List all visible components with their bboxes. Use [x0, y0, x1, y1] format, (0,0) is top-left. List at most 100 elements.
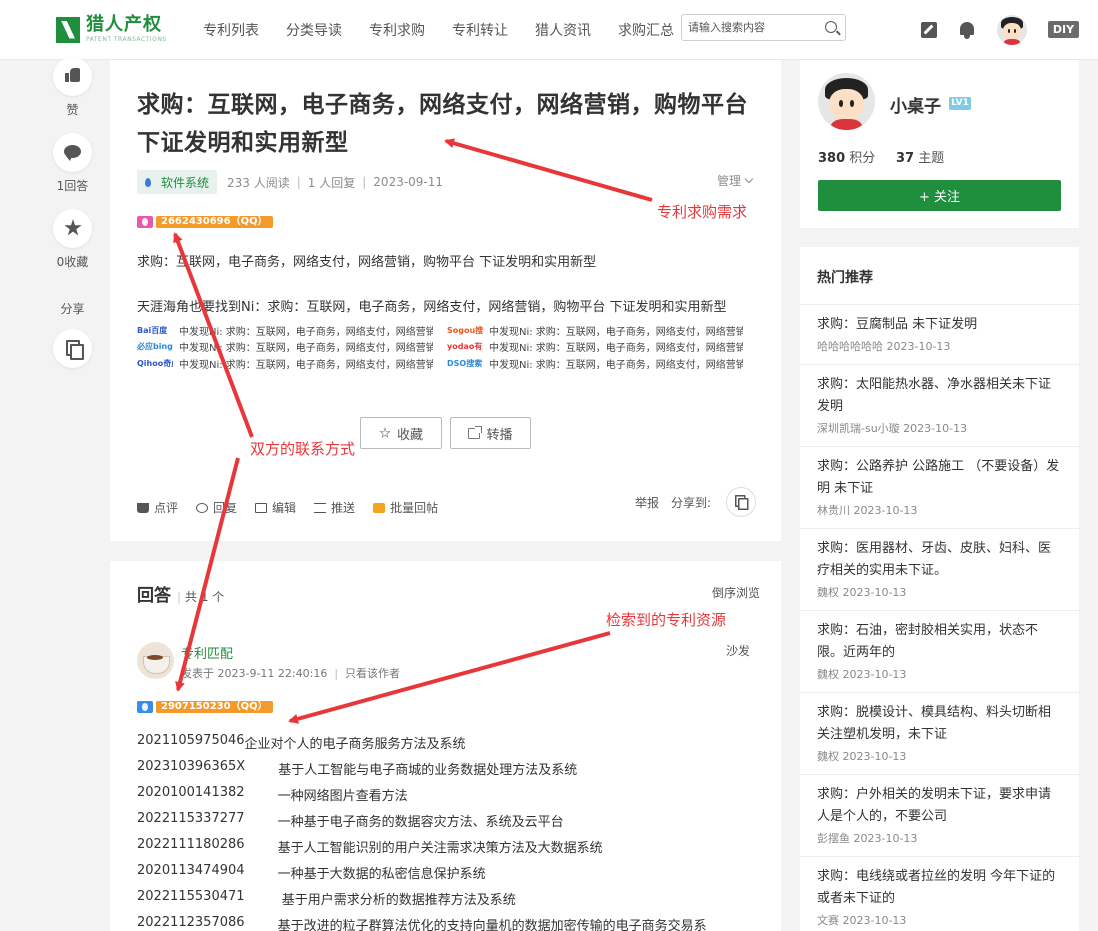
search-engine-row[interactable]: Bai百度中发现Ni: 求购：互联网，电子商务，网络支付，网络营销，购物平台: [137, 323, 433, 338]
top-header: 猎人产权 PATENT TRANSACTIONS 专利列表 分类导读 专利求购 …: [0, 0, 1098, 60]
author-name[interactable]: 小桌子: [890, 92, 941, 117]
share-icon: [468, 425, 483, 439]
list-item: 2022112357086 基于改进的粒子群算法优化的支持向量机的数据加密传输的…: [137, 915, 707, 931]
search-box: [681, 14, 846, 41]
search-icon[interactable]: [825, 21, 837, 33]
youdao-logo: yodao有道: [447, 341, 483, 351]
search-engine-row[interactable]: DSO搜索中发现Ni: 求购：互联网，电子商务，网络支付，网络营销，购物平台: [447, 356, 743, 371]
reverse-order-link[interactable]: 倒序浏览: [712, 584, 760, 601]
batch-reply-action[interactable]: 批量回帖: [373, 499, 438, 516]
list-item[interactable]: 求购：户外相关的发明未下证，要求申请人是个人的，不要公司 彭摆鱼 2023-10-…: [800, 775, 1079, 857]
category-tag-label: 软件系统: [161, 175, 210, 190]
list-item: 2022115530471 基于用户需求分析的数据推荐方法及系统: [137, 889, 516, 908]
list-item: 2020100141382 一种网络图片查看方法: [137, 785, 408, 804]
nav-patent-list[interactable]: 专利列表: [203, 20, 259, 40]
answer-button[interactable]: [53, 133, 92, 172]
poster-qq: 2662430696（QQ）: [137, 215, 273, 228]
annotation-demand: 专利求购需求: [657, 203, 748, 221]
female-icon: [137, 215, 153, 228]
favorites-label: 0收藏: [56, 255, 89, 269]
comment-action[interactable]: 点评: [137, 499, 178, 516]
search-engine-row[interactable]: Sogou搜狗中发现Ni: 求购：互联网，电子商务，网络支付，网络营销，购物平台: [447, 323, 743, 338]
manage-dropdown[interactable]: 管理: [717, 172, 752, 189]
comment-icon: [64, 145, 81, 161]
like-label: 赞: [66, 103, 79, 117]
list-item: 2022115337277 一种基于电子商务的数据容灾方法、系统及云平台: [137, 811, 564, 830]
list-item: 2020113474904 一种基于大数据的私密信息保护系统: [137, 863, 486, 882]
list-item[interactable]: 求购：脱模设计、模具结构、料头切断相关注塑机发明，未下证 魏权 2023-10-1…: [800, 693, 1079, 775]
sogou-logo: Sogou搜狗: [447, 325, 483, 335]
list-item[interactable]: 求购：医用器材、牙齿、皮肤、妇科、医疗相关的实用未下证。 魏权 2023-10-1…: [800, 529, 1079, 611]
male-icon: [137, 700, 153, 713]
hot-title: 热门推荐: [817, 270, 873, 286]
list-item[interactable]: 求购：豆腐制品 未下证发明 哈哈哈哈哈哈 2023-10-13: [800, 305, 1079, 365]
author-card: 小桌子 LV1 380 积分 37 主题 + 关注: [800, 60, 1079, 228]
share-copy-button[interactable]: [726, 487, 756, 517]
search-engine-row[interactable]: 必应bing中发现Ni: 求购：互联网，电子商务，网络支付，网络营销，购物平台: [137, 339, 433, 354]
nav-category[interactable]: 分类导读: [286, 20, 342, 40]
dso-logo: DSO搜索: [447, 358, 483, 368]
answers-header: 回答 共 1 个: [137, 581, 224, 606]
answer-username[interactable]: 专利匹配: [181, 643, 233, 662]
search-input[interactable]: [682, 15, 814, 40]
follow-button[interactable]: + 关注: [818, 180, 1061, 211]
site-logo[interactable]: 猎人产权 PATENT TRANSACTIONS: [56, 16, 167, 43]
answers-label: 1回答: [56, 179, 89, 193]
share-label: 分享: [60, 302, 85, 316]
answers-title: 回答: [137, 586, 171, 606]
post-date: 2023-09-11: [373, 175, 444, 189]
reply-action[interactable]: 回复: [196, 499, 237, 516]
logo-subtext: PATENT TRANSACTIONS: [86, 36, 167, 43]
post-title: 求购：互联网，电子商务，网络支付，网络营销，购物平台 下证发明和实用新型: [137, 92, 748, 156]
floor-label[interactable]: 沙发: [726, 642, 750, 659]
search-engine-row[interactable]: yodao有道中发现Ni: 求购：互联网，电子商务，网络支付，网络营销，购物平台: [447, 339, 743, 354]
main-nav: 专利列表 分类导读 专利求购 专利转让 猎人资讯 求购汇总: [203, 20, 701, 40]
author-stats: 380 积分 37 主题: [818, 151, 945, 166]
list-item[interactable]: 求购：电线绕或者拉丝的发明 今年下证的或者未下证的 文赛 2023-10-13: [800, 857, 1079, 931]
user-avatar[interactable]: [997, 15, 1027, 45]
copy-link-button[interactable]: [53, 329, 92, 368]
edit-icon[interactable]: [921, 22, 937, 38]
copy-icon: [735, 495, 749, 510]
report-link[interactable]: 举报: [635, 494, 659, 511]
star-outline-icon: [379, 427, 391, 439]
list-item[interactable]: 求购：太阳能热水器、净水器相关未下证发明 深圳凯瑞-su小璇 2023-10-13: [800, 365, 1079, 447]
edit-action[interactable]: 编辑: [255, 499, 296, 516]
list-item: 2021105975046 企业对个人的电子商务服务方法及系统: [137, 733, 466, 752]
post-body: 求购：互联网，电子商务，网络支付，网络营销，购物平台 下证发明和实用新型: [137, 255, 597, 270]
only-author-link[interactable]: 只看该作者: [345, 667, 400, 680]
list-item[interactable]: 求购：石油，密封胶相关实用，状态不限。近两年的 魏权 2023-10-13: [800, 611, 1079, 693]
diy-button[interactable]: DIY: [1048, 21, 1079, 38]
like-button[interactable]: [53, 57, 92, 96]
qq-number: 2907150230（QQ）: [156, 700, 273, 713]
nav-purchase-summary[interactable]: 求购汇总: [618, 20, 674, 40]
favorite-button[interactable]: [53, 209, 92, 248]
category-icon: [145, 177, 151, 187]
list-item[interactable]: 求购：公路养护 公路施工 （不要设备）发明 未下证 林贵川 2023-10-13: [800, 447, 1079, 529]
search-engine-row[interactable]: Qihoo奇虎中发现Ni: 求购：互联网，电子商务，网络支付，网络营销，购物平台: [137, 356, 433, 371]
thumbs-up-icon: [65, 68, 80, 82]
push-action[interactable]: 推送: [314, 499, 355, 516]
logo-text: 猎人产权: [86, 14, 162, 35]
hot-list: 求购：豆腐制品 未下证发明 哈哈哈哈哈哈 2023-10-13 求购：太阳能热水器…: [800, 305, 1079, 931]
answer-avatar[interactable]: [137, 642, 174, 679]
post-meta: 软件系统 233 人阅读 | 1 人回复 | 2023-09-11: [137, 170, 443, 194]
answers-count: 共 1 个: [177, 588, 224, 605]
answer-time: 发表于 2023-9-11 22:40:16 | 只看该作者: [181, 667, 401, 680]
points-value: 380: [818, 151, 846, 166]
retweet-icon: [314, 502, 327, 513]
topics-value: 37: [895, 151, 915, 166]
list-item: 2022111180286 基于人工智能识别的用户关注需求决策方法及大数据系统: [137, 837, 603, 856]
bell-icon[interactable]: [959, 22, 975, 39]
favorite-post-button[interactable]: 收藏: [360, 417, 442, 449]
list-item: 202310396365X 基于人工智能与电子商城的业务数据处理方法及系统: [137, 759, 578, 778]
hot-recommend-card: 热门推荐 求购：豆腐制品 未下证发明 哈哈哈哈哈哈 2023-10-13 求购：太…: [800, 247, 1079, 931]
nav-patent-transfer[interactable]: 专利转让: [452, 20, 508, 40]
nav-news[interactable]: 猎人资讯: [535, 20, 591, 40]
nav-patent-purchase[interactable]: 专利求购: [369, 20, 425, 40]
category-tag[interactable]: 软件系统: [137, 170, 218, 194]
share-post-button[interactable]: 转播: [450, 417, 531, 449]
batch-icon: [373, 502, 386, 513]
qq-number: 2662430696（QQ）: [156, 215, 273, 228]
author-avatar[interactable]: [818, 73, 875, 130]
